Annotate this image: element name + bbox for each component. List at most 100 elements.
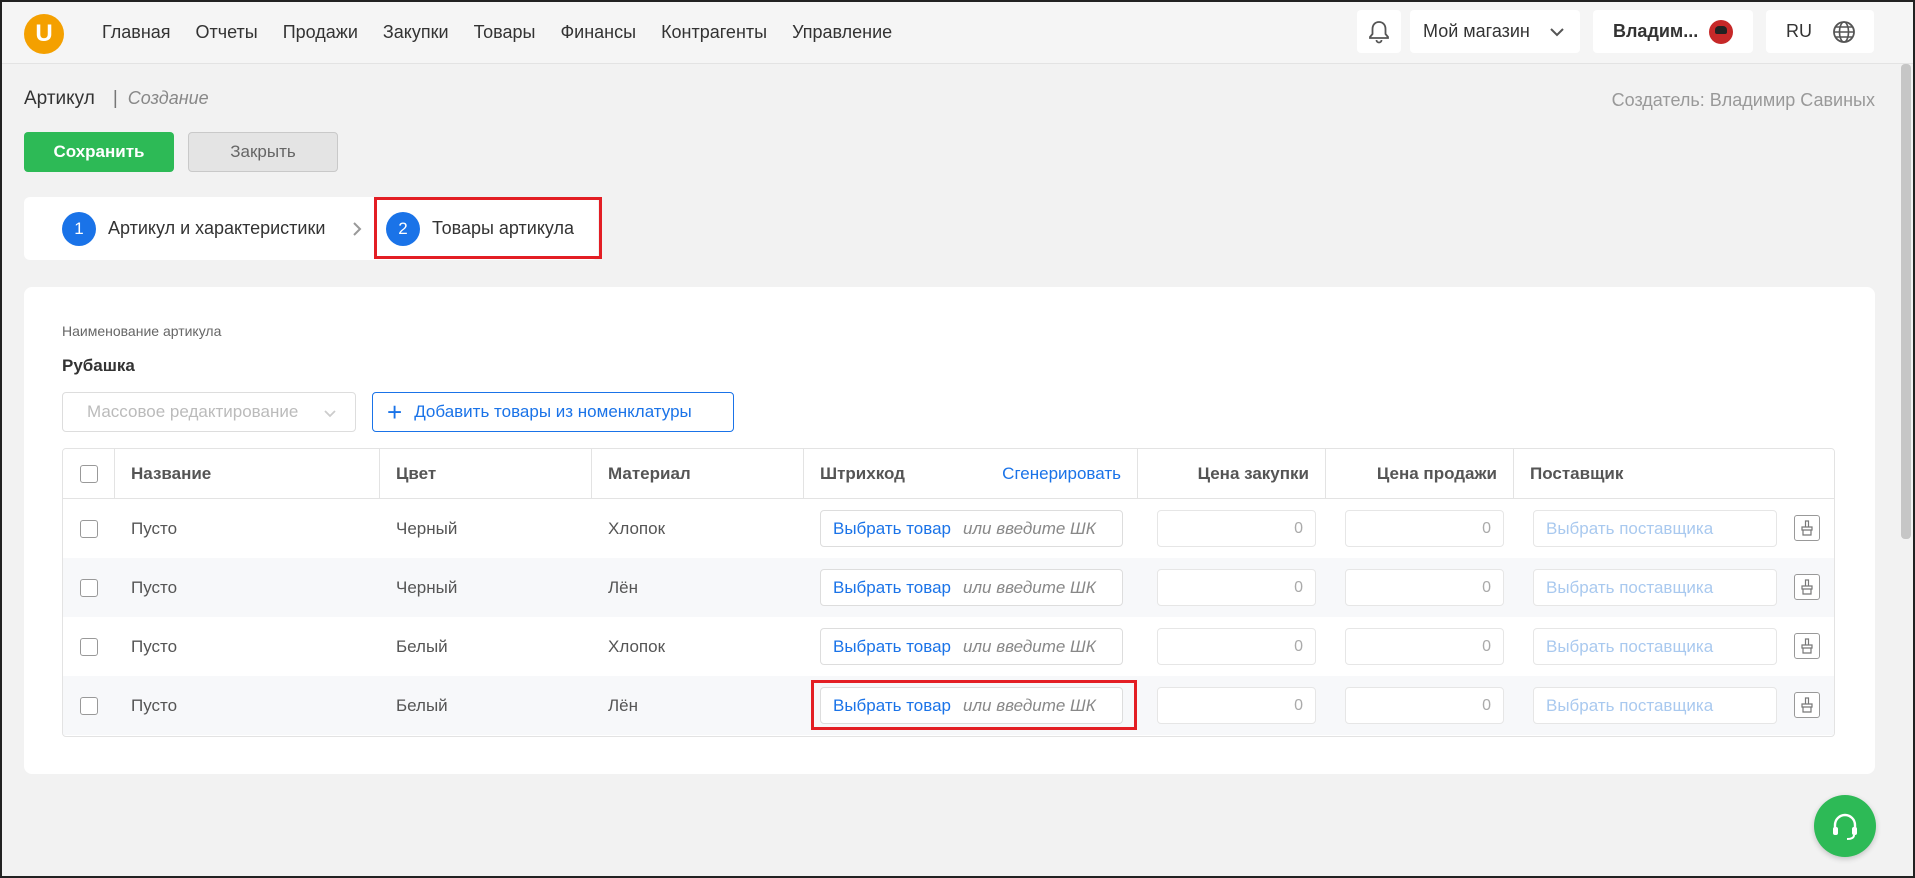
add-from-nomenclature-button[interactable]: + Добавить товары из номенклатуры [372,392,734,432]
highlight-box-step [374,197,602,259]
scrollbar[interactable] [1901,64,1911,539]
header-purchase-price[interactable]: Цена закупки [1138,449,1326,499]
user-name: Владим... [1613,21,1699,41]
nav-item-sales[interactable]: Продажи [283,22,358,43]
main-nav: Главная Отчеты Продажи Закупки Товары Фи… [102,0,892,64]
breadcrumb: Артикул | Создание [24,88,209,110]
cell-name: Пусто [131,695,178,715]
broom-icon [1801,520,1813,536]
mass-edit-dropdown: Массовое редактирование [62,392,356,432]
supplier-select[interactable]: Выбрать поставщика [1533,687,1777,724]
select-all-checkbox[interactable] [79,465,98,483]
highlight-box-barcode [811,680,1137,730]
nav-item-home[interactable]: Главная [102,22,171,43]
bell-icon [1369,20,1389,43]
row-checkbox-cell [80,499,98,558]
clear-row-button[interactable] [1794,633,1820,659]
row-checkbox-cell [80,676,98,735]
cell-material: Лён [608,695,638,715]
save-button[interactable]: Сохранить [24,132,174,172]
barcode-placeholder: или введите ШК [963,577,1096,597]
chevron-down-icon [1550,28,1564,37]
row-checkbox[interactable] [80,696,98,715]
article-name-value: Рубашка [62,356,135,375]
table-header: Название Цвет Материал Штрихкод Сгенерир… [63,449,1834,499]
row-checkbox[interactable] [80,637,98,656]
pick-item-link[interactable]: Выбрать товар [833,637,951,657]
generate-barcode-link[interactable]: Сгенерировать [1002,464,1121,484]
user-menu[interactable]: Владим... [1593,10,1753,53]
nav-item-purchases[interactable]: Закупки [383,22,449,43]
app-logo[interactable]: U [24,14,64,54]
cell-material: Хлопок [608,518,666,538]
plus-icon: + [387,397,403,427]
page-title: Артикул [24,88,95,109]
purchase-price-input[interactable]: 0 [1157,687,1316,724]
top-bar: U Главная Отчеты Продажи Закупки Товары … [0,0,1915,64]
table-row: Пусто Белый Хлопок Выбрать товар или вве… [63,617,1834,676]
creator-info: Создатель: Владимир Савиных [1611,90,1875,110]
cell-material: Хлопок [608,636,666,656]
cell-name: Пусто [131,518,178,538]
header-sale-price[interactable]: Цена продажи [1326,449,1514,499]
mass-edit-label: Массовое редактирование [87,402,299,421]
nav-item-goods[interactable]: Товары [474,22,536,43]
supplier-select[interactable]: Выбрать поставщика [1533,628,1777,665]
language-label: RU [1786,21,1812,41]
supplier-select[interactable]: Выбрать поставщика [1533,569,1777,606]
store-selector[interactable]: Мой магазин [1410,10,1580,53]
pick-item-link[interactable]: Выбрать товар [833,578,951,598]
article-name-label: Наименование артикула [62,323,222,339]
purchase-price-input[interactable]: 0 [1157,569,1316,606]
barcode-placeholder: или введите ШК [963,518,1096,538]
clear-row-button[interactable] [1794,515,1820,541]
step-label: Артикул и характеристики [108,218,326,238]
nav-item-reports[interactable]: Отчеты [196,22,258,43]
nav-item-finance[interactable]: Финансы [560,22,636,43]
headset-icon [1833,813,1857,840]
cell-color: Белый [396,695,448,715]
row-checkbox[interactable] [80,578,98,597]
purchase-price-input[interactable]: 0 [1157,628,1316,665]
avatar [1709,20,1733,44]
chevron-right-icon [353,222,362,236]
step-1[interactable]: 1 Артикул и характеристики [62,197,325,260]
sale-price-input[interactable]: 0 [1345,628,1504,665]
step-number: 1 [62,211,96,246]
cell-color: Черный [396,577,458,597]
clear-row-button[interactable] [1794,574,1820,600]
header-name[interactable]: Название [115,449,380,499]
close-button[interactable]: Закрыть [188,132,338,172]
purchase-price-input[interactable]: 0 [1157,510,1316,547]
cell-material: Лён [608,577,638,597]
row-checkbox[interactable] [80,519,98,538]
select-all-cell [63,449,115,499]
cell-color: Белый [396,636,448,656]
cell-name: Пусто [131,577,178,597]
sale-price-input[interactable]: 0 [1345,569,1504,606]
table-row: Пусто Черный Лён Выбрать товар или введи… [63,558,1834,617]
broom-icon [1801,638,1813,654]
broom-icon [1801,697,1813,713]
row-checkbox-cell [80,617,98,676]
supplier-select[interactable]: Выбрать поставщика [1533,510,1777,547]
clear-row-button[interactable] [1794,692,1820,718]
pick-item-link[interactable]: Выбрать товар [833,519,951,539]
barcode-input[interactable]: Выбрать товар или введите ШК [820,569,1123,606]
support-chat-button[interactable] [1814,795,1876,857]
barcode-input[interactable]: Выбрать товар или введите ШК [820,510,1123,547]
barcode-placeholder: или введите ШК [963,636,1096,656]
notifications-button[interactable] [1357,10,1401,53]
cell-color: Черный [396,518,458,538]
header-color[interactable]: Цвет [380,449,592,499]
page-subtitle: Создание [127,88,209,108]
nav-item-management[interactable]: Управление [792,22,892,43]
header-material[interactable]: Материал [592,449,804,499]
barcode-input[interactable]: Выбрать товар или введите ШК [820,628,1123,665]
language-selector[interactable]: RU [1766,10,1874,53]
row-checkbox-cell [80,558,98,617]
chevron-down-icon [324,410,336,418]
sale-price-input[interactable]: 0 [1345,510,1504,547]
sale-price-input[interactable]: 0 [1345,687,1504,724]
nav-item-contractors[interactable]: Контрагенты [661,22,767,43]
